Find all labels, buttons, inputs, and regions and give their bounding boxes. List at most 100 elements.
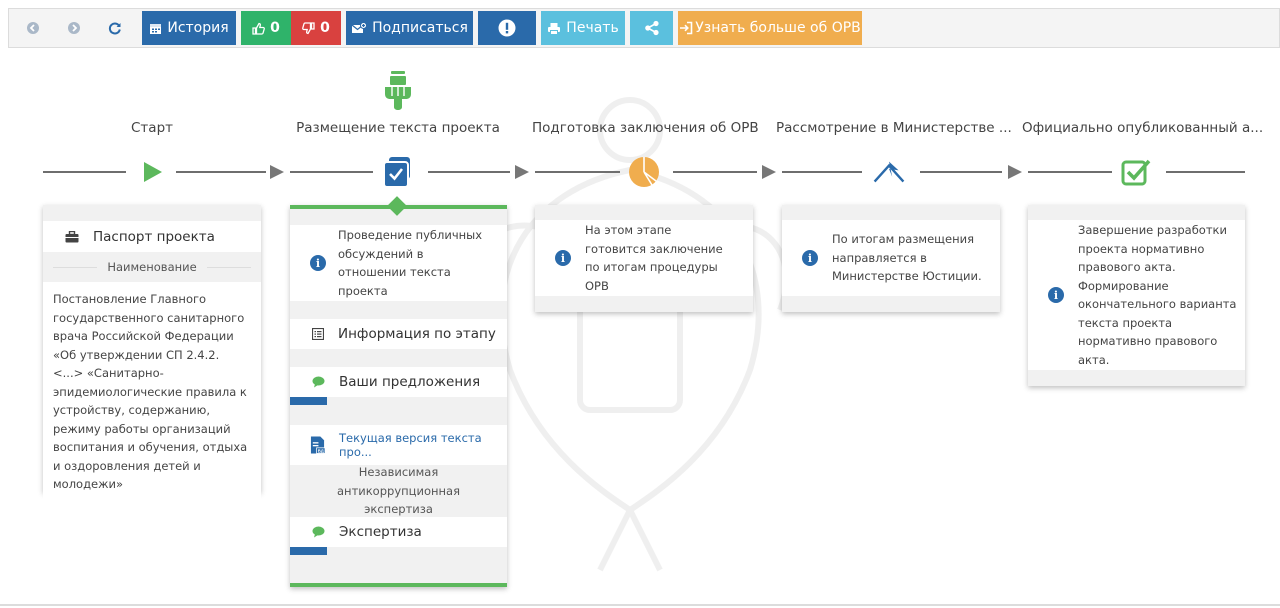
expertise-title: Независимая антикоррупционная экспертиза <box>337 465 460 517</box>
proposals-progress-fill <box>290 397 327 405</box>
timeline-segment <box>1166 171 1245 173</box>
pie-chart-icon <box>629 157 659 187</box>
dislikes-count: 0 <box>320 20 330 36</box>
pointer-icon <box>385 71 411 110</box>
report-button[interactable] <box>478 11 536 45</box>
timeline-segment <box>43 171 126 173</box>
passport-label: Паспорт проекта <box>93 228 215 245</box>
forward-icon <box>68 22 80 34</box>
refresh-icon <box>108 22 121 35</box>
subscribe-button[interactable]: Подписаться <box>346 11 473 45</box>
like-button[interactable]: 0 <box>241 11 291 45</box>
card-conclusion: i На этом этапе готовится заключение по … <box>535 205 753 312</box>
proposals-progress-bar <box>290 397 507 405</box>
step-publication[interactable] <box>381 156 413 188</box>
step-title-conclusion: Подготовка заключения об ОРВ <box>532 120 759 136</box>
ministry-info-text: По итогам размещения направляется в Мини… <box>832 232 982 284</box>
project-name-text: Постановление Главного государственного … <box>53 292 248 491</box>
official-info-text: Завершение разработки проекта нормативно… <box>1078 223 1237 367</box>
calendar-icon <box>150 23 162 34</box>
refresh-button[interactable] <box>99 12 131 44</box>
step-official[interactable] <box>1120 156 1152 188</box>
printer-icon <box>548 22 561 35</box>
play-icon <box>144 162 162 182</box>
timeline-arrow <box>1008 165 1022 179</box>
forward-button[interactable] <box>58 12 90 44</box>
subscribe-icon <box>351 21 368 33</box>
card-start: Паспорт проекта Наименование Постановлен… <box>43 205 261 506</box>
passport-link[interactable]: Паспорт проекта <box>43 221 261 252</box>
publication-info: i Проведение публичных обсуждений в отно… <box>290 225 507 301</box>
info-icon: i <box>555 250 571 266</box>
step-title-ministry: Рассмотрение в Министерстве ... <box>776 120 1012 136</box>
current-version-link[interactable]: ВД Текущая версия текста про... <box>290 425 507 465</box>
svg-text:ВД: ВД <box>318 448 324 453</box>
briefcase-icon <box>65 230 79 242</box>
timeline-segment <box>920 171 1002 173</box>
dislike-button[interactable]: 0 <box>291 11 341 45</box>
info-icon: i <box>310 255 326 271</box>
timeline-segment <box>535 171 620 173</box>
expertise-progress-fill <box>290 547 327 555</box>
step-conclusion[interactable] <box>628 156 660 188</box>
current-version-label: Текущая версия текста про... <box>339 431 482 459</box>
publication-info-text: Проведение публичных обсуждений в отноше… <box>338 228 483 298</box>
history-button[interactable]: История <box>142 11 236 45</box>
name-label: Наименование <box>107 260 197 274</box>
arrow-up-icon <box>873 161 905 183</box>
ministry-info: i По итогам размещения направляется в Ми… <box>782 220 1000 296</box>
document-icon: ВД <box>310 436 326 454</box>
exclamation-icon <box>498 19 516 37</box>
checkbox-icon <box>383 157 410 188</box>
learn-more-button[interactable]: Узнать больше об ОРВ <box>678 11 862 45</box>
share-icon <box>644 20 659 36</box>
back-button[interactable] <box>17 12 49 44</box>
expertise-section-title: Независимая антикоррупционная экспертиза <box>290 465 507 517</box>
thumbs-down-icon <box>302 21 315 34</box>
conclusion-info-text: На этом этапе готовится заключение по ит… <box>585 223 723 293</box>
expertise-label: Экспертиза <box>339 524 422 540</box>
thumbs-up-icon <box>252 22 266 35</box>
step-title-official: Официально опубликованный а... <box>1022 120 1264 136</box>
info-icon: i <box>802 250 818 266</box>
name-section-divider: Наименование <box>43 252 261 282</box>
timeline-arrow <box>762 165 776 179</box>
info-icon: i <box>1048 287 1064 303</box>
stage-info-label: Информация по этапу <box>338 326 496 342</box>
subscribe-label: Подписаться <box>372 20 468 36</box>
proposals-link[interactable]: Ваши предложения <box>290 367 507 397</box>
expertise-progress-bar <box>290 547 507 555</box>
card-official: i Завершение разработки проекта норматив… <box>1028 205 1245 386</box>
back-icon <box>27 22 39 34</box>
timeline-arrow <box>515 165 529 179</box>
expertise-link[interactable]: Экспертиза <box>290 517 507 547</box>
toolbar: История 0 0 Подписаться Печать Узнать бо… <box>8 8 1280 48</box>
comment-icon <box>312 376 325 388</box>
step-title-start: Старт <box>131 120 173 136</box>
step-ministry[interactable] <box>873 156 905 188</box>
history-label: История <box>167 20 229 36</box>
name-text-box: Постановление Главного государственного … <box>43 282 261 506</box>
likes-count: 0 <box>270 20 280 36</box>
card-publication: i Проведение публичных обсуждений в отно… <box>290 196 507 587</box>
print-button[interactable]: Печать <box>541 11 625 45</box>
card-ministry: i По итогам размещения направляется в Ми… <box>782 205 1000 312</box>
timeline-segment <box>176 171 266 173</box>
official-info: i Завершение разработки проекта норматив… <box>1028 220 1245 370</box>
sign-in-icon <box>680 21 693 35</box>
print-label: Печать <box>566 20 619 36</box>
comment-icon <box>312 526 325 538</box>
conclusion-info: i На этом этапе готовится заключение по … <box>535 220 753 296</box>
page-bottom-divider <box>0 604 1280 606</box>
step-title-publication: Размещение текста проекта <box>296 120 500 136</box>
share-button[interactable] <box>630 11 673 45</box>
timeline-segment <box>673 171 757 173</box>
list-icon <box>312 328 324 340</box>
stage-info-link[interactable]: Информация по этапу <box>290 319 507 349</box>
proposals-label: Ваши предложения <box>339 374 481 390</box>
timeline-segment <box>1028 171 1112 173</box>
timeline-segment <box>782 171 862 173</box>
check-square-icon <box>1121 159 1151 186</box>
timeline-segment <box>428 171 510 173</box>
step-start[interactable] <box>136 156 168 188</box>
